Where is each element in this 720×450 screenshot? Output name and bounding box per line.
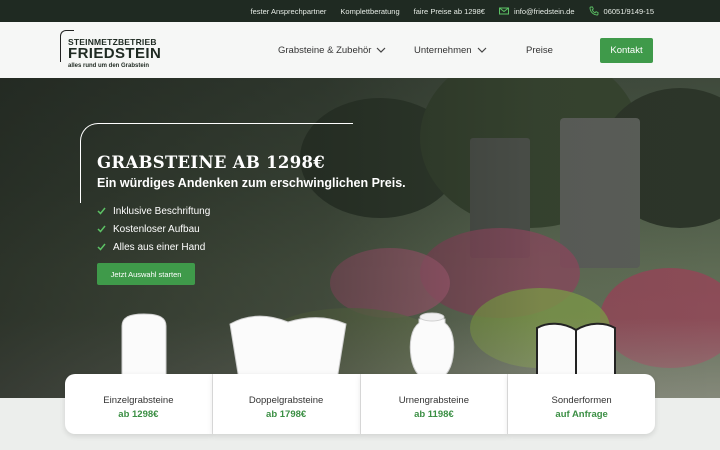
category-card-urnen[interactable]: Urnengrabsteine ab 1198€ <box>360 374 509 434</box>
nav-item-grabsteine[interactable]: Grabsteine & Zubehör <box>278 44 386 56</box>
nav-item-unternehmen[interactable]: Unternehmen <box>414 44 487 56</box>
email-link[interactable]: info@friedstein.de <box>514 7 575 16</box>
category-cards: Einzelgrabsteine ab 1298€ Doppelgrabstei… <box>65 374 655 434</box>
feature-item: Alles aus einer Hand <box>97 238 210 256</box>
topbar-item-contact-person: fester Ansprechpartner <box>250 6 327 16</box>
nav-label: Grabsteine & Zubehör <box>278 44 372 56</box>
category-name: Sonderformen <box>551 394 612 406</box>
chevron-down-icon <box>377 47 386 53</box>
contact-button[interactable]: Kontakt <box>600 38 653 63</box>
check-icon <box>97 225 106 233</box>
logo-tagline: alles rund um den Grabstein <box>68 63 150 69</box>
hero-subtitle: Ein würdiges Andenken zum erschwingliche… <box>97 176 406 190</box>
category-price: ab 1798€ <box>266 408 307 420</box>
hero-title: GRABSTEINE AB 1298€ <box>97 153 326 172</box>
topbar-phone[interactable]: 06051/9149-15 <box>589 6 654 16</box>
topbar-email[interactable]: info@friedstein.de <box>498 6 575 16</box>
logo-line2: FRIEDSTEIN <box>68 45 162 62</box>
mail-icon <box>498 7 509 15</box>
logo[interactable]: STEINMETZBETRIEB FRIEDSTEIN alles rund u… <box>60 30 162 72</box>
category-price: ab 1198€ <box>414 408 454 420</box>
feature-label: Alles aus einer Hand <box>113 241 206 253</box>
category-name: Doppelgrabsteine <box>248 394 324 406</box>
top-bar: fester Ansprechpartner Komplettberatung … <box>0 0 720 22</box>
category-card-doppel[interactable]: Doppelgrabsteine ab 1798€ <box>212 374 361 434</box>
topbar-item-prices: faire Preise ab 1298€ <box>413 6 485 16</box>
topbar-item-consulting: Komplettberatung <box>340 6 400 16</box>
category-price: auf Anfrage <box>555 408 608 420</box>
category-card-einzel[interactable]: Einzelgrabsteine ab 1298€ <box>65 374 213 434</box>
chevron-down-icon <box>477 47 486 53</box>
phone-icon <box>589 6 598 16</box>
nav-label: Preise <box>526 44 553 56</box>
feature-label: Kostenloser Aufbau <box>113 223 200 235</box>
category-price: ab 1298€ <box>118 408 159 420</box>
nav-label: Unternehmen <box>414 44 472 56</box>
category-name: Urnengrabsteine <box>398 394 469 406</box>
check-icon <box>97 243 106 251</box>
category-card-sonder[interactable]: Sonderformen auf Anfrage <box>508 374 655 434</box>
phone-link[interactable]: 06051/9149-15 <box>604 7 654 16</box>
check-icon <box>97 207 106 215</box>
feature-item: Kostenloser Aufbau <box>97 220 210 238</box>
start-selection-button[interactable]: Jetzt Auswahl starten <box>97 263 195 285</box>
category-name: Einzelgrabsteine <box>103 394 174 406</box>
feature-label: Inklusive Beschriftung <box>113 205 211 217</box>
nav-item-preise[interactable]: Preise <box>526 44 553 56</box>
feature-list: Inklusive Beschriftung Kostenloser Aufba… <box>97 202 210 256</box>
feature-item: Inklusive Beschriftung <box>97 202 210 220</box>
site-header: STEINMETZBETRIEB FRIEDSTEIN alles rund u… <box>0 22 720 78</box>
